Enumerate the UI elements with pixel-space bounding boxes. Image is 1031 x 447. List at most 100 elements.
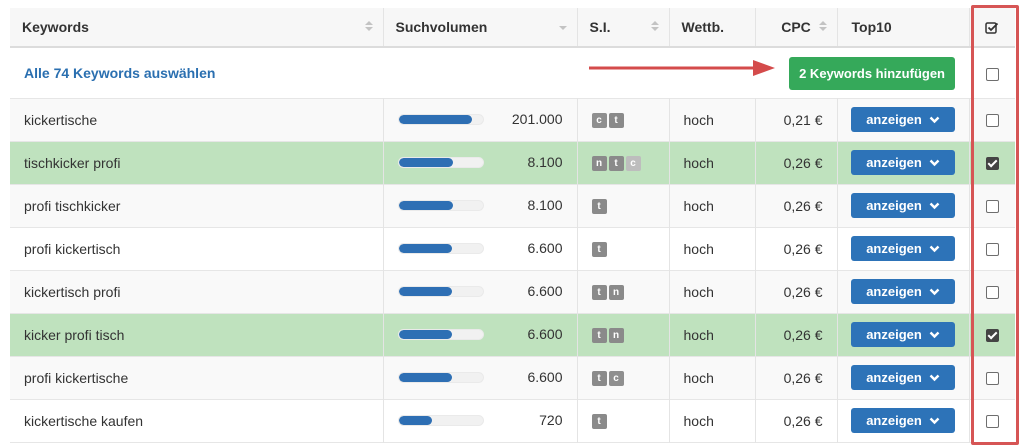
check-square-icon[interactable] (985, 21, 999, 35)
show-top10-label: anzeigen (866, 112, 922, 127)
keyword-text: kicker profi tisch (24, 326, 125, 343)
row-checkbox[interactable] (985, 372, 999, 386)
top10-cell: anzeigen (837, 227, 970, 270)
show-top10-button[interactable]: anzeigen (851, 279, 955, 304)
volume-cell: 8.100 (383, 141, 578, 184)
column-header-select[interactable] (969, 8, 1015, 48)
table-row[interactable]: profi kickertisch 6.600 t hoch 0,26 € anzeige… (10, 227, 1015, 270)
sort-icon[interactable] (364, 21, 373, 31)
competition-value: hoch (683, 283, 714, 300)
column-header-volume[interactable]: Suchvolumen (383, 8, 578, 48)
competition-value: hoch (683, 412, 714, 429)
volume-cell: 6.600 (383, 356, 578, 399)
volume-bar-fill (398, 415, 433, 425)
si-badge: c (591, 113, 607, 128)
select-all-checkbox[interactable] (985, 67, 999, 81)
volume-cell: 201.000 (383, 98, 578, 141)
keyword-cell: profi tischkicker (10, 184, 384, 227)
volume-bar (397, 371, 484, 383)
keyword-text: kickertische (24, 111, 98, 128)
volume-value: 8.100 (527, 153, 563, 170)
competition-value: hoch (683, 197, 714, 214)
volume-bar-fill (398, 200, 454, 210)
volume-cell: 6.600 (383, 313, 578, 356)
competition-cell: hoch (669, 141, 756, 184)
volume-cell: 6.600 (383, 227, 578, 270)
chevron-down-icon (929, 202, 940, 209)
table-row[interactable]: profi kickertische 6.600 t c hoch 0,26 € anzei… (10, 356, 1015, 399)
cpc-cell: 0,26 € (755, 141, 838, 184)
row-checkbox[interactable] (985, 415, 999, 429)
sort-icon[interactable] (650, 21, 659, 31)
table-row[interactable]: kicker profi tisch 6.600 t n hoch 0,26 € anzei… (10, 313, 1015, 356)
column-header-keywords[interactable]: Keywords (10, 8, 384, 48)
add-keywords-button[interactable]: 2 Keywords hinzufügen (789, 57, 955, 90)
arrow-right-icon (589, 60, 775, 76)
top10-cell: anzeigen (837, 399, 970, 442)
chevron-down-icon (929, 116, 940, 123)
show-top10-button[interactable]: anzeigen (851, 408, 955, 433)
show-top10-button[interactable]: anzeigen (851, 193, 955, 218)
top10-cell: anzeigen (837, 313, 970, 356)
competition-value: hoch (683, 326, 714, 343)
keyword-cell: profi kickertische (10, 356, 384, 399)
column-header-cpc[interactable]: CPC (755, 8, 838, 48)
si-cell: t (577, 184, 670, 227)
table-row[interactable]: tischkicker profi 8.100 n t c hoch 0,26 € anzei… (10, 141, 1015, 184)
row-checkbox[interactable] (985, 329, 999, 343)
table-row[interactable]: kickertische kaufen 720 t hoch 0,26 € anzeige… (10, 399, 1015, 442)
show-top10-button[interactable]: anzeigen (851, 236, 955, 261)
chevron-down-icon (929, 374, 940, 381)
sort-desc-icon[interactable] (558, 26, 567, 30)
sort-icon[interactable] (818, 21, 827, 31)
row-checkbox[interactable] (985, 286, 999, 300)
row-checkbox[interactable] (985, 200, 999, 214)
cpc-cell: 0,26 € (755, 313, 838, 356)
volume-bar (397, 199, 484, 211)
show-top10-button[interactable]: anzeigen (851, 365, 955, 390)
show-top10-button[interactable]: anzeigen (851, 322, 955, 347)
si-cell: t (577, 227, 670, 270)
show-top10-button[interactable]: anzeigen (851, 107, 955, 132)
cpc-value: 0,26 € (783, 326, 823, 343)
competition-value: hoch (683, 154, 714, 171)
table-row[interactable]: kickertische 201.000 c t hoch 0,21 € anzeigen (10, 98, 1015, 141)
competition-cell: hoch (669, 98, 756, 141)
table-row[interactable]: kickertisch profi 6.600 t n hoch 0,26 € anzeig… (10, 270, 1015, 313)
column-header-si[interactable]: S.I. (577, 8, 670, 48)
cpc-value: 0,21 € (783, 111, 823, 128)
cpc-cell: 0,26 € (755, 227, 838, 270)
table-row[interactable]: profi tischkicker 8.100 t hoch 0,26 € anzeige… (10, 184, 1015, 227)
volume-value: 201.000 (511, 110, 563, 127)
show-top10-button[interactable]: anzeigen (851, 150, 955, 175)
keyword-text: profi kickertische (24, 369, 129, 386)
si-cell: t (577, 399, 670, 442)
cpc-cell: 0,26 € (755, 270, 838, 313)
show-top10-label: anzeigen (866, 284, 922, 299)
si-cell: tn (577, 313, 670, 356)
keyword-text: tischkicker profi (24, 154, 121, 171)
column-header-competition[interactable]: Wettb. (669, 8, 756, 48)
select-all-link[interactable]: Alle 74 Keywords auswählen (24, 65, 215, 81)
volume-cell: 8.100 (383, 184, 578, 227)
column-header-label: CPC (781, 19, 811, 35)
volume-bar (397, 242, 484, 254)
show-top10-label: anzeigen (866, 198, 922, 213)
row-checkbox[interactable] (985, 157, 999, 171)
si-badge: t (591, 328, 607, 343)
cpc-cell: 0,26 € (755, 399, 838, 442)
row-checkbox[interactable] (985, 243, 999, 257)
chevron-down-icon (929, 288, 940, 295)
keyword-text: profi kickertisch (24, 240, 121, 257)
competition-cell: hoch (669, 356, 756, 399)
si-badge: t (608, 113, 624, 128)
select-all-row: Alle 74 Keywords auswählen 2 Keywords hi… (10, 47, 1015, 98)
volume-cell: 6.600 (383, 270, 578, 313)
row-checkbox-cell (969, 356, 1015, 399)
si-cell: ct (577, 98, 670, 141)
table-header-row: Keywords Suchvolumen S.I. Wettb. CPC Top… (10, 8, 1015, 48)
show-top10-label: anzeigen (866, 370, 922, 385)
row-checkbox[interactable] (985, 114, 999, 128)
competition-cell: hoch (669, 399, 756, 442)
si-badge: n (608, 285, 624, 300)
